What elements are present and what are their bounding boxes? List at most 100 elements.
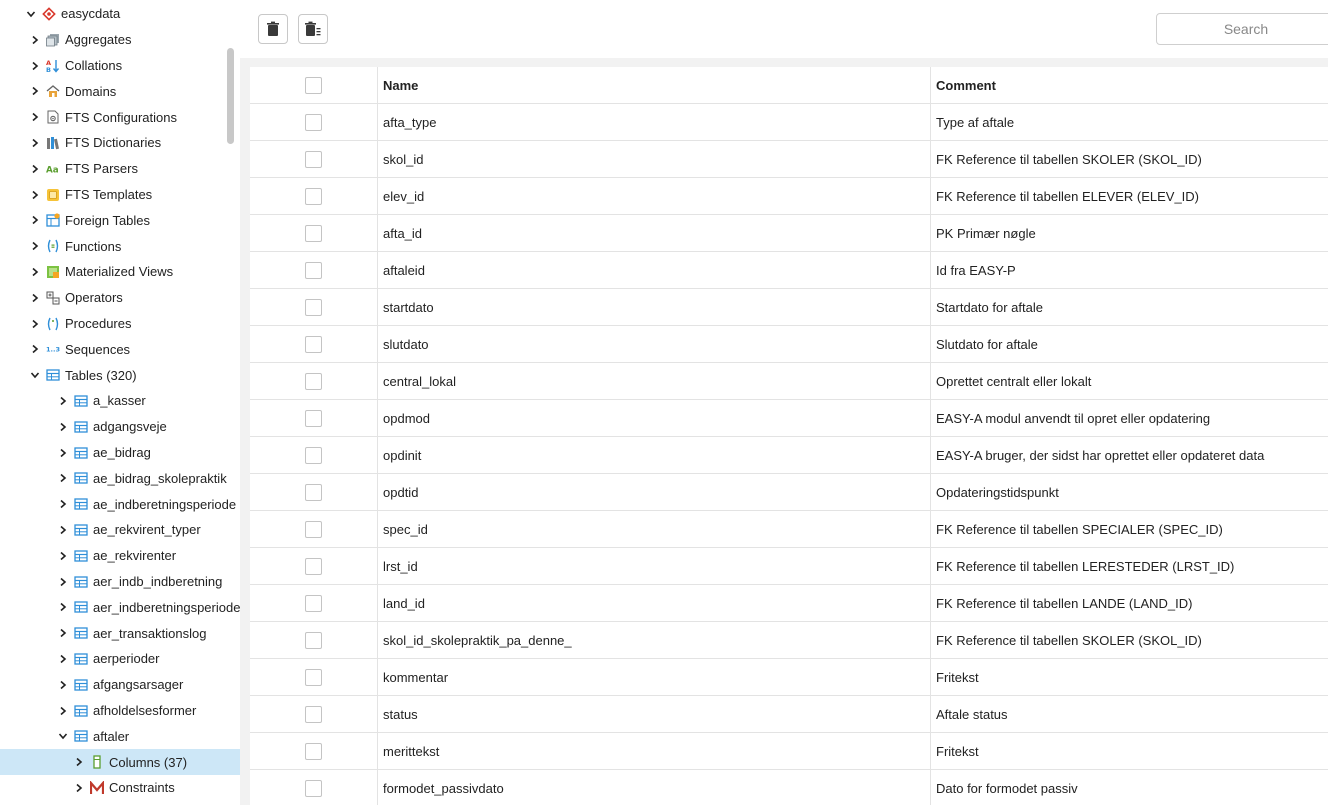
tree-item-materialized-views[interactable]: Materialized Views <box>0 259 240 285</box>
table-row[interactable]: lrst_id FK Reference til tabellen LERESTE… <box>250 548 1328 585</box>
table-row[interactable]: merittekst Fritekst <box>250 733 1328 770</box>
chevron-right-icon[interactable] <box>56 420 70 434</box>
tree-item-fts-templates[interactable]: FTS Templates <box>0 182 240 208</box>
tree-item-fts-configurations[interactable]: FTS Configurations <box>0 104 240 130</box>
chevron-right-icon[interactable] <box>56 523 70 537</box>
row-checkbox[interactable] <box>305 261 322 279</box>
table-row[interactable]: afta_id PK Primær nøgle <box>250 215 1328 252</box>
tree-table-adgangsveje[interactable]: adgangsveje <box>0 414 240 440</box>
tree-table-ae-bidrag[interactable]: ae_bidrag <box>0 440 240 466</box>
tree-table-ae-rekvirenter[interactable]: ae_rekvirenter <box>0 543 240 569</box>
row-checkbox[interactable] <box>305 594 322 612</box>
table-row[interactable]: slutdato Slutdato for aftale <box>250 326 1328 363</box>
row-checkbox[interactable] <box>305 557 322 575</box>
chevron-right-icon[interactable] <box>28 188 42 202</box>
tree-item-columns[interactable]: Columns (37) <box>0 749 240 776</box>
tree-table-a-kasser[interactable]: a_kasser <box>0 388 240 414</box>
tree-table-aer-indberetningsperiode[interactable]: aer_indberetningsperiode <box>0 595 240 621</box>
chevron-right-icon[interactable] <box>56 446 70 460</box>
table-row[interactable]: skol_id_skolepraktik_pa_denne_ FK Referen… <box>250 622 1328 659</box>
chevron-right-icon[interactable] <box>56 704 70 718</box>
table-row[interactable]: afta_type Type af aftale <box>250 104 1328 141</box>
chevron-right-icon[interactable] <box>72 781 86 795</box>
chevron-right-icon[interactable] <box>56 549 70 563</box>
tree-item-collations[interactable]: A B Collations <box>0 53 240 79</box>
select-all-checkbox[interactable] <box>305 76 322 94</box>
chevron-right-icon[interactable] <box>28 213 42 227</box>
chevron-right-icon[interactable] <box>56 600 70 614</box>
tree-item-foreign-tables[interactable]: Foreign Tables <box>0 208 240 234</box>
tree-item-constraints[interactable]: Constraints <box>0 775 240 801</box>
chevron-right-icon[interactable] <box>28 33 42 47</box>
chevron-right-icon[interactable] <box>28 265 42 279</box>
row-checkbox[interactable] <box>305 224 322 242</box>
chevron-right-icon[interactable] <box>72 755 86 769</box>
column-header-comment[interactable]: Comment <box>930 67 1328 103</box>
column-header-name[interactable]: Name <box>377 67 930 103</box>
tree-table-afholdelsesformer[interactable]: afholdelsesformer <box>0 698 240 724</box>
row-checkbox[interactable] <box>305 631 322 649</box>
table-row[interactable]: opdmod EASY-A modul anvendt til opret ell… <box>250 400 1328 437</box>
search-input[interactable] <box>1156 13 1328 45</box>
table-row[interactable]: formodet_passivdato Dato for formodet pas… <box>250 770 1328 805</box>
table-row[interactable]: land_id FK Reference til tabellen LANDE (… <box>250 585 1328 622</box>
tree-table-ae-indberetningsperiode[interactable]: ae_indberetningsperiode <box>0 491 240 517</box>
table-row[interactable]: startdato Startdato for aftale <box>250 289 1328 326</box>
sidebar-scrollbar[interactable] <box>227 48 234 144</box>
table-row[interactable]: aftaleid Id fra EASY-P <box>250 252 1328 289</box>
row-checkbox[interactable] <box>305 446 322 464</box>
chevron-right-icon[interactable] <box>28 342 42 356</box>
chevron-right-icon[interactable] <box>28 110 42 124</box>
row-checkbox[interactable] <box>305 372 322 390</box>
chevron-down-icon[interactable] <box>56 729 70 743</box>
chevron-right-icon[interactable] <box>28 291 42 305</box>
row-checkbox[interactable] <box>305 668 322 686</box>
chevron-right-icon[interactable] <box>56 471 70 485</box>
row-checkbox[interactable] <box>305 335 322 353</box>
tree-item-functions[interactable]: Functions <box>0 233 240 259</box>
tree-item-sequences[interactable]: 1..3 Sequences <box>0 337 240 363</box>
row-checkbox[interactable] <box>305 779 322 797</box>
row-checkbox[interactable] <box>305 409 322 427</box>
chevron-right-icon[interactable] <box>56 394 70 408</box>
tree-table-ae-rekvirent-typer[interactable]: ae_rekvirent_typer <box>0 517 240 543</box>
tree-item-domains[interactable]: Domains <box>0 79 240 105</box>
tree-table-aer-transaktionslog[interactable]: aer_transaktionslog <box>0 620 240 646</box>
table-row[interactable]: opdinit EASY-A bruger, der sidst har opre… <box>250 437 1328 474</box>
tree-item-procedures[interactable]: Procedures <box>0 311 240 337</box>
table-row[interactable]: central_lokal Oprettet centralt eller lok… <box>250 363 1328 400</box>
row-checkbox[interactable] <box>305 520 322 538</box>
tree-table-afgangsarsager[interactable]: afgangsarsager <box>0 672 240 698</box>
chevron-down-icon[interactable] <box>28 368 42 382</box>
tree-item-fts-parsers[interactable]: Aa FTS Parsers <box>0 156 240 182</box>
table-row[interactable]: opdtid Opdateringstidspunkt <box>250 474 1328 511</box>
chevron-right-icon[interactable] <box>28 84 42 98</box>
table-row[interactable]: elev_id FK Reference til tabellen ELEVER … <box>250 178 1328 215</box>
tree-table-aerperioder[interactable]: aerperioder <box>0 646 240 672</box>
tree-database-easycdata[interactable]: easycdata <box>0 1 240 27</box>
tree-table-ae-bidrag-skolepraktik[interactable]: ae_bidrag_skolepraktik <box>0 466 240 492</box>
row-checkbox[interactable] <box>305 187 322 205</box>
row-checkbox[interactable] <box>305 298 322 316</box>
row-checkbox[interactable] <box>305 483 322 501</box>
chevron-right-icon[interactable] <box>28 239 42 253</box>
table-row[interactable]: spec_id FK Reference til tabellen SPECIAL… <box>250 511 1328 548</box>
chevron-right-icon[interactable] <box>56 678 70 692</box>
chevron-right-icon[interactable] <box>56 497 70 511</box>
chevron-right-icon[interactable] <box>28 162 42 176</box>
table-row[interactable]: status Aftale status <box>250 696 1328 733</box>
tree-item-aggregates[interactable]: Aggregates <box>0 27 240 53</box>
table-row[interactable]: skol_id FK Reference til tabellen SKOLER … <box>250 141 1328 178</box>
delete-cascade-button[interactable] <box>298 14 328 44</box>
tree-item-operators[interactable]: Operators <box>0 285 240 311</box>
tree-table-aer-indb-indberetning[interactable]: aer_indb_indberetning <box>0 569 240 595</box>
tree-item-tables[interactable]: Tables (320) <box>0 362 240 388</box>
chevron-right-icon[interactable] <box>56 575 70 589</box>
chevron-right-icon[interactable] <box>28 136 42 150</box>
tree-item-fts-dictionaries[interactable]: FTS Dictionaries <box>0 130 240 156</box>
chevron-down-icon[interactable] <box>24 7 38 21</box>
row-checkbox[interactable] <box>305 150 322 168</box>
chevron-right-icon[interactable] <box>28 59 42 73</box>
delete-button[interactable] <box>258 14 288 44</box>
row-checkbox[interactable] <box>305 113 322 131</box>
